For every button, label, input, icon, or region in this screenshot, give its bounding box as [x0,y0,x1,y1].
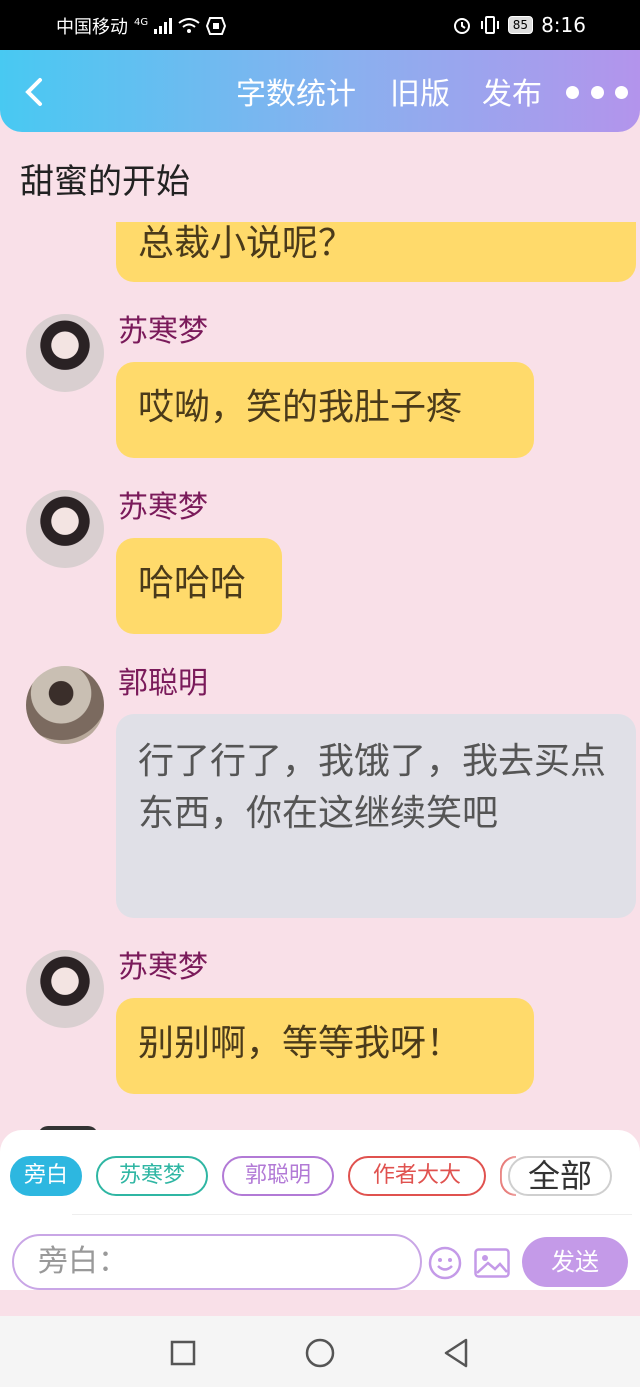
avatar[interactable] [26,314,104,392]
recent-apps-icon[interactable] [170,1340,196,1366]
story-title: 甜蜜的开始 [20,162,190,202]
emoji-icon[interactable] [428,1246,462,1280]
chip-su-hanmeng[interactable]: 苏寒梦 [96,1156,208,1196]
send-button[interactable]: 发送 [522,1237,628,1287]
message-bubble[interactable]: 别别啊，等等我呀！ [116,998,534,1094]
vibrate-icon [480,16,499,34]
message-bubble[interactable]: 哈哈哈 [116,538,282,634]
word-count-button[interactable]: 字数统计 [236,77,356,113]
character-selector: 旁白 苏寒梦 郭聪明 作者大大 全部 [0,1156,640,1202]
message-input[interactable]: 旁白： [12,1234,422,1290]
publish-button[interactable]: 发布 [482,77,542,113]
avatar[interactable] [26,950,104,1028]
carrier-label: 中国移动 [56,17,128,38]
top-bar: 字数统计 旧版 发布 [0,50,640,132]
network-label: 4G [134,16,149,28]
message-bubble[interactable]: 行了行了，我饿了，我去买点东西，你在这继续笑吧 [116,714,636,918]
message-bubble[interactable]: 总裁小说呢？ [116,222,636,282]
home-icon[interactable] [305,1338,335,1368]
divider [72,1214,632,1215]
chip-narration[interactable]: 旁白 [10,1156,82,1196]
speaker-name: 苏寒梦 [118,490,208,525]
old-version-button[interactable]: 旧版 [390,77,450,113]
battery-indicator: 85 [507,16,534,34]
back-arrow-icon[interactable] [18,72,52,112]
speaker-name: 郭聪明 [118,666,208,701]
system-nav-bar [0,1316,640,1387]
speaker-name: 苏寒梦 [118,950,208,985]
signal-icon [154,18,173,34]
status-bar: 中国移动 4G 85 8:16 [0,0,640,50]
avatar[interactable] [26,490,104,568]
wifi-icon [178,18,200,33]
speaker-name: 苏寒梦 [118,314,208,349]
message-bubble[interactable]: 哎呦，笑的我肚子疼 [116,362,534,458]
back-nav-icon[interactable] [442,1338,470,1368]
chip-author[interactable]: 作者大大 [348,1156,486,1196]
chip-guo-congming[interactable]: 郭聪明 [222,1156,334,1196]
chat-list[interactable]: 总裁小说呢？ 苏寒梦 哎呦，笑的我肚子疼 苏寒梦 哈哈哈 郭聪明 行了行了，我饿… [0,222,640,1132]
chip-all[interactable]: 全部 [508,1156,612,1196]
clock: 8:16 [541,13,586,37]
alarm-icon [453,18,470,34]
more-options-icon[interactable] [566,86,628,102]
app-notification-icon [206,17,227,35]
image-icon[interactable] [474,1248,510,1278]
avatar[interactable] [26,666,104,744]
